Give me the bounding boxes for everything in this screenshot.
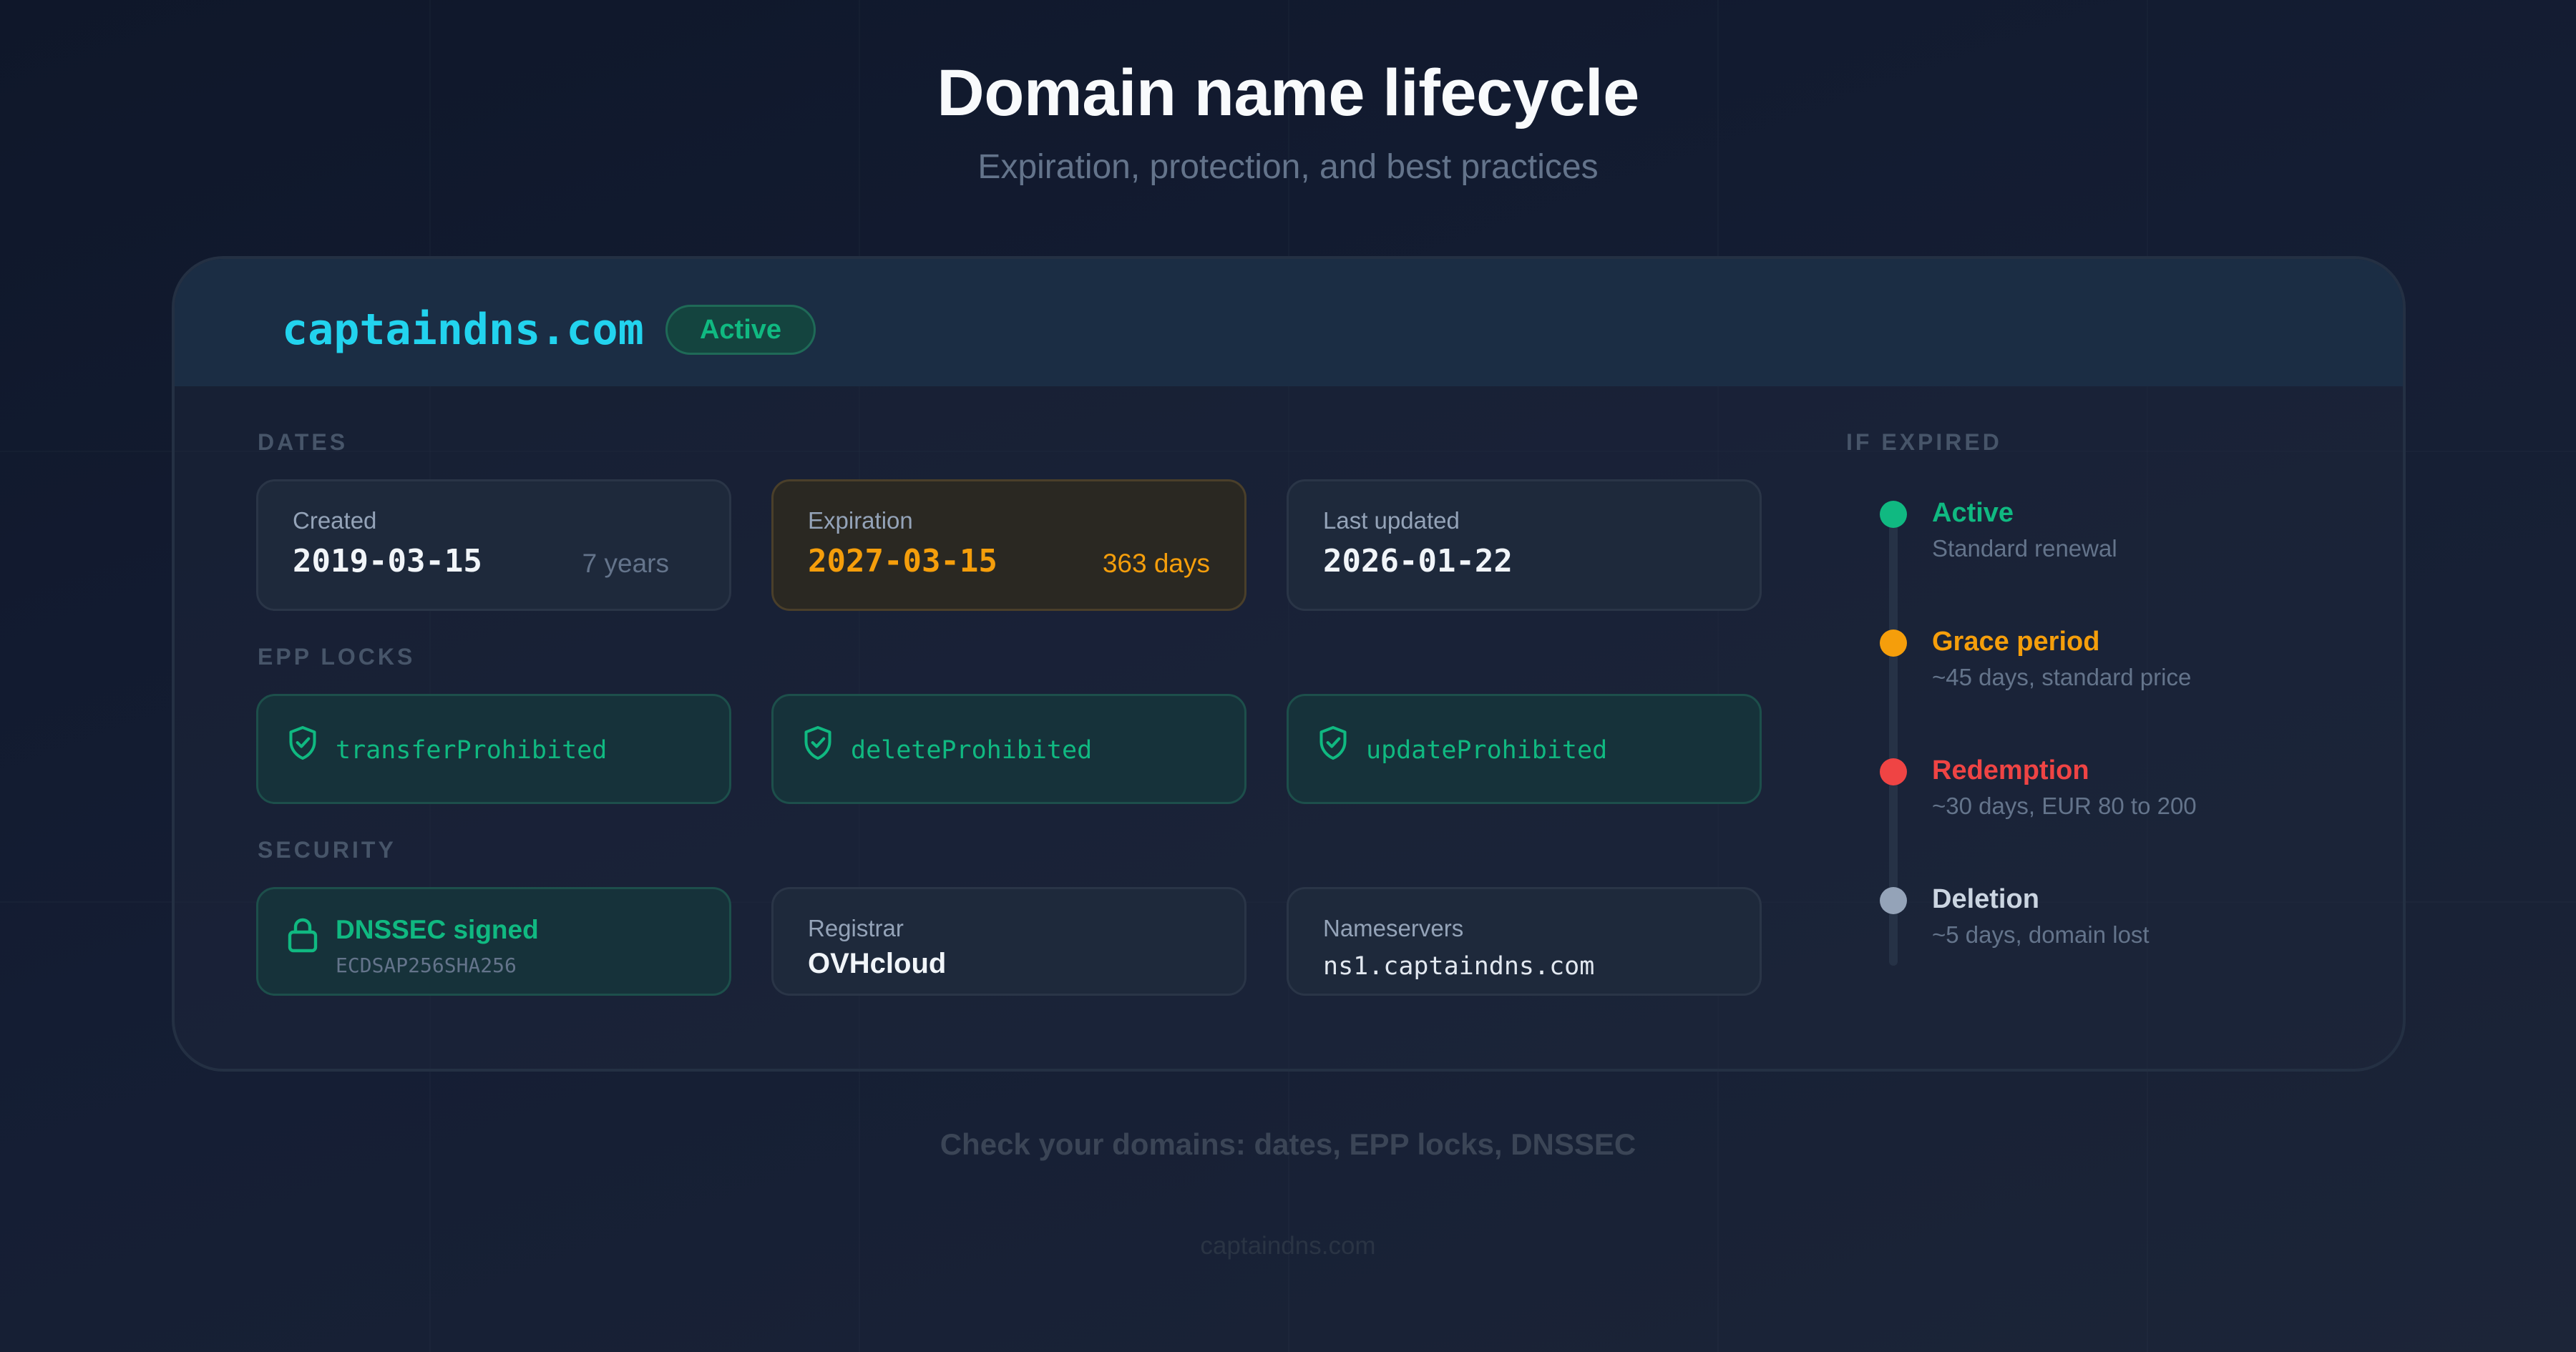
dnssec-algorithm: ECDSAP256SHA256 xyxy=(336,954,517,977)
epp-lock-label: transferProhibited xyxy=(336,736,608,765)
shield-check-icon xyxy=(289,725,316,760)
created-age: 7 years xyxy=(582,549,669,578)
created-label: Created xyxy=(293,507,377,534)
timeline-stage-desc: ~45 days, standard price xyxy=(1932,664,2192,690)
timeline-dot-grace xyxy=(1880,630,1907,657)
nameservers-label: Nameservers xyxy=(1323,915,1464,941)
padlock-icon xyxy=(288,918,318,953)
dates-section-label: DATES xyxy=(258,429,348,455)
timeline-stage-desc: ~5 days, domain lost xyxy=(1932,921,2150,948)
page-title: Domain name lifecycle xyxy=(937,57,1639,129)
timeline-dot-deletion xyxy=(1880,887,1907,914)
footer-cta: Check your domains: dates, EPP locks, DN… xyxy=(940,1127,1636,1161)
expiration-remaining: 363 days xyxy=(1102,549,1210,578)
created-tile: Created 2019-03-15 7 years xyxy=(256,479,731,611)
shield-check-icon xyxy=(804,725,831,760)
updated-label: Last updated xyxy=(1323,507,1460,534)
nameservers-value: ns1.captaindns.com xyxy=(1323,952,1595,981)
updated-tile: Last updated 2026-01-22 xyxy=(1287,479,1762,611)
timeline-stage-title: Redemption xyxy=(1932,755,2089,785)
nameservers-tile: Nameservers ns1.captaindns.com xyxy=(1287,887,1762,996)
registrar-tile: Registrar OVHcloud xyxy=(771,887,1246,996)
epp-lock-transfer: transferProhibited xyxy=(256,694,731,804)
epp-lock-label: updateProhibited xyxy=(1366,736,1608,765)
dnssec-tile: DNSSEC signed ECDSAP256SHA256 xyxy=(256,887,731,996)
expired-section-label: IF EXPIRED xyxy=(1846,429,2002,455)
footer-brand: captaindns.com xyxy=(1200,1232,1376,1260)
timeline-stage-title: Active xyxy=(1932,498,2014,528)
timeline-dot-active xyxy=(1880,501,1907,528)
updated-date: 2026-01-22 xyxy=(1323,543,1513,579)
timeline-dot-redemption xyxy=(1880,758,1907,785)
epp-lock-update: updateProhibited xyxy=(1287,694,1762,804)
timeline-stage-desc: Standard renewal xyxy=(1932,535,2117,562)
expiration-tile: Expiration 2027-03-15 363 days xyxy=(771,479,1246,611)
expiration-date: 2027-03-15 xyxy=(808,543,997,579)
timeline-stage-title: Grace period xyxy=(1932,627,2100,657)
shield-check-icon xyxy=(1319,725,1347,760)
dnssec-status: DNSSEC signed xyxy=(336,915,539,944)
page-subtitle: Expiration, protection, and best practic… xyxy=(977,148,1599,186)
epp-lock-label: deleteProhibited xyxy=(851,736,1093,765)
security-section-label: SECURITY xyxy=(258,837,396,863)
status-badge: Active xyxy=(665,305,816,355)
registrar-label: Registrar xyxy=(808,915,904,941)
created-date: 2019-03-15 xyxy=(293,543,482,579)
registrar-value: OVHcloud xyxy=(808,948,947,979)
timeline-stage-desc: ~30 days, EUR 80 to 200 xyxy=(1932,793,2197,819)
card-header: captaindns.com Active xyxy=(175,259,2403,386)
expiration-label: Expiration xyxy=(808,507,913,534)
timeline-stage-title: Deletion xyxy=(1932,884,2039,914)
domain-name: captaindns.com xyxy=(282,305,644,355)
epp-section-label: EPP LOCKS xyxy=(258,644,416,670)
epp-lock-delete: deleteProhibited xyxy=(771,694,1246,804)
